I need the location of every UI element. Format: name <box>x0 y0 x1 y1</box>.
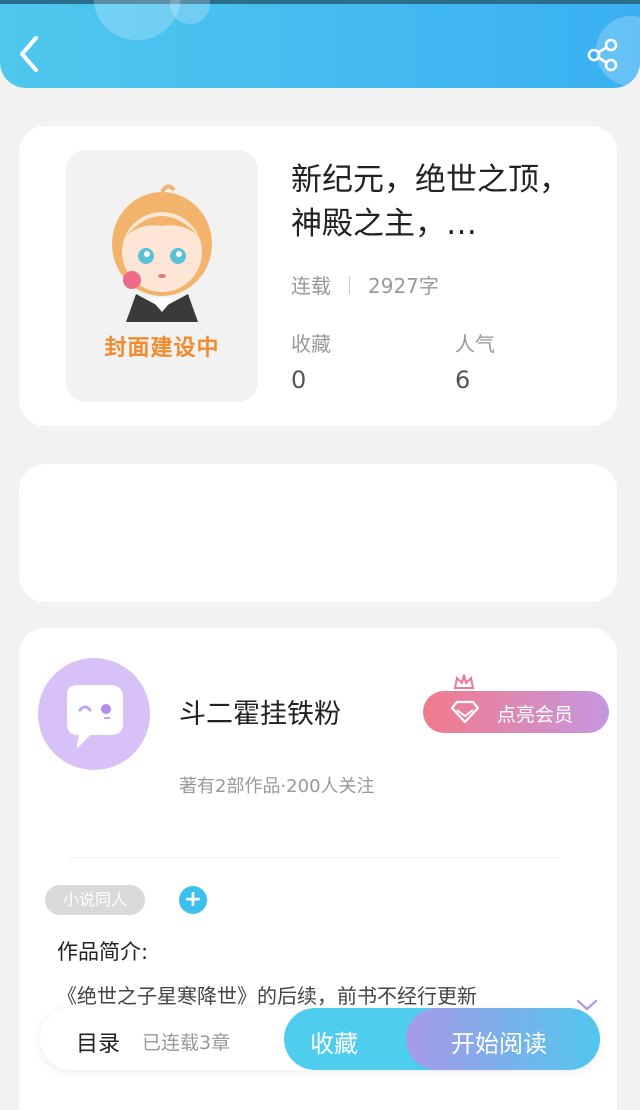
popularity-count: 6 <box>455 366 471 394</box>
book-cover[interactable]: 封面建设中 <box>66 150 258 402</box>
chapter-count: 已连载3章 <box>142 1032 231 1054</box>
add-tag-button[interactable]: + <box>179 886 207 914</box>
divider <box>70 857 560 858</box>
cover-illustration-icon <box>112 184 212 322</box>
avatar[interactable] <box>38 658 150 770</box>
book-meta: 连载 2927字 <box>291 270 439 299</box>
start-reading-button[interactable]: 开始阅读 <box>406 1008 600 1070</box>
chat-bubble-icon <box>67 685 123 749</box>
start-reading-label: 开始阅读 <box>451 1030 547 1058</box>
vip-button[interactable]: 点亮会员 <box>423 691 609 733</box>
author-meta: 著有2部作品·200人关注 <box>179 776 375 797</box>
serial-status: 连载 <box>291 274 331 298</box>
crown-icon <box>453 674 475 689</box>
favorites-label: 收藏 <box>291 332 331 356</box>
bottom-action-bar: 目录 已连载3章 收藏 开始阅读 <box>40 1008 600 1070</box>
blank-card <box>19 464 617 602</box>
word-count: 2927字 <box>368 274 439 298</box>
popularity-label: 人气 <box>455 332 495 356</box>
book-title: 新纪元，绝世之顶，神殿之主，… <box>291 162 570 242</box>
favorite-button-label: 收藏 <box>310 1030 358 1058</box>
vip-button-label: 点亮会员 <box>497 704 574 726</box>
header-decoration <box>94 0 180 40</box>
favorites-count: 0 <box>291 366 307 394</box>
intro-text: 《绝世之子星寒降世》的后续，前书不经行更新 <box>57 984 477 1008</box>
book-info-card: 封面建设中 新纪元，绝世之顶，神殿之主，… 连载 2927字 收藏 0 人气 6 <box>19 126 617 426</box>
back-icon[interactable] <box>14 34 46 74</box>
header-bar <box>0 0 640 88</box>
share-icon[interactable] <box>586 38 620 72</box>
category-tag[interactable]: 小说同人 <box>45 885 145 915</box>
toc-button[interactable]: 目录 <box>76 1026 120 1058</box>
author-name[interactable]: 斗二霍挂铁粉 <box>179 692 341 731</box>
cover-placeholder-text: 封面建设中 <box>104 336 220 361</box>
meta-divider <box>349 275 350 294</box>
intro-label: 作品简介: <box>57 940 149 964</box>
diamond-icon <box>451 700 479 724</box>
header-decoration <box>170 0 210 24</box>
